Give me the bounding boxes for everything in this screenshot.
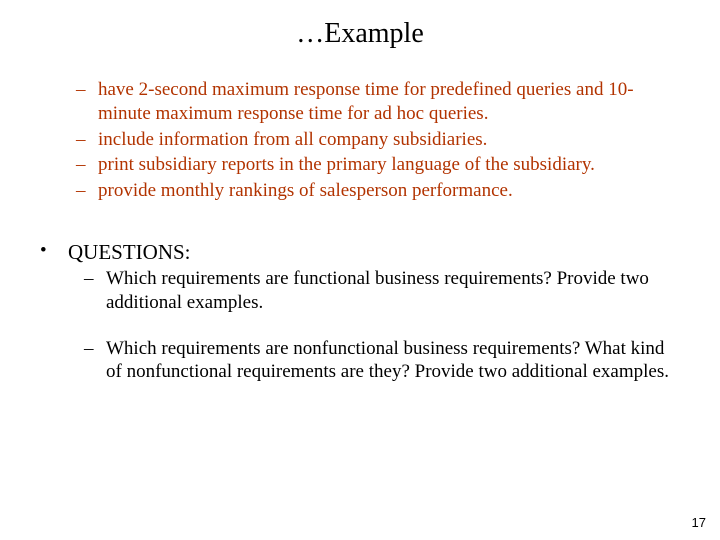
list-item: – include information from all company s… bbox=[76, 128, 684, 152]
questions-heading-row: • QUESTIONS: bbox=[40, 239, 684, 265]
dash-icon: – bbox=[84, 337, 106, 385]
dash-icon: – bbox=[76, 128, 98, 152]
dash-icon: – bbox=[84, 267, 106, 315]
list-item-text: Which requirements are functional busine… bbox=[106, 267, 684, 315]
dash-icon: – bbox=[76, 179, 98, 203]
bullet-icon: • bbox=[40, 239, 68, 265]
questions-label: QUESTIONS: bbox=[68, 239, 191, 265]
questions-block: • QUESTIONS: – Which requirements are fu… bbox=[40, 239, 684, 384]
questions-sub-list: – Which requirements are functional busi… bbox=[84, 267, 684, 384]
dash-icon: – bbox=[76, 78, 98, 126]
list-item: – have 2-second maximum response time fo… bbox=[76, 78, 684, 126]
list-item: – Which requirements are functional busi… bbox=[84, 267, 684, 315]
top-bullet-list: – have 2-second maximum response time fo… bbox=[76, 78, 684, 203]
slide-content: – have 2-second maximum response time fo… bbox=[0, 78, 720, 384]
list-item-text: Which requirements are nonfunctional bus… bbox=[106, 337, 684, 385]
list-item-text: include information from all company sub… bbox=[98, 128, 684, 152]
list-item: – Which requirements are nonfunctional b… bbox=[84, 337, 684, 385]
slide: …Example – have 2-second maximum respons… bbox=[0, 0, 720, 540]
list-item: – print subsidiary reports in the primar… bbox=[76, 153, 684, 177]
dash-icon: – bbox=[76, 153, 98, 177]
list-item: – provide monthly rankings of salesperso… bbox=[76, 179, 684, 203]
slide-title: …Example bbox=[0, 0, 720, 60]
list-item-text: have 2-second maximum response time for … bbox=[98, 78, 684, 126]
list-item-text: print subsidiary reports in the primary … bbox=[98, 153, 684, 177]
page-number: 17 bbox=[692, 515, 706, 530]
list-item-text: provide monthly rankings of salesperson … bbox=[98, 179, 684, 203]
